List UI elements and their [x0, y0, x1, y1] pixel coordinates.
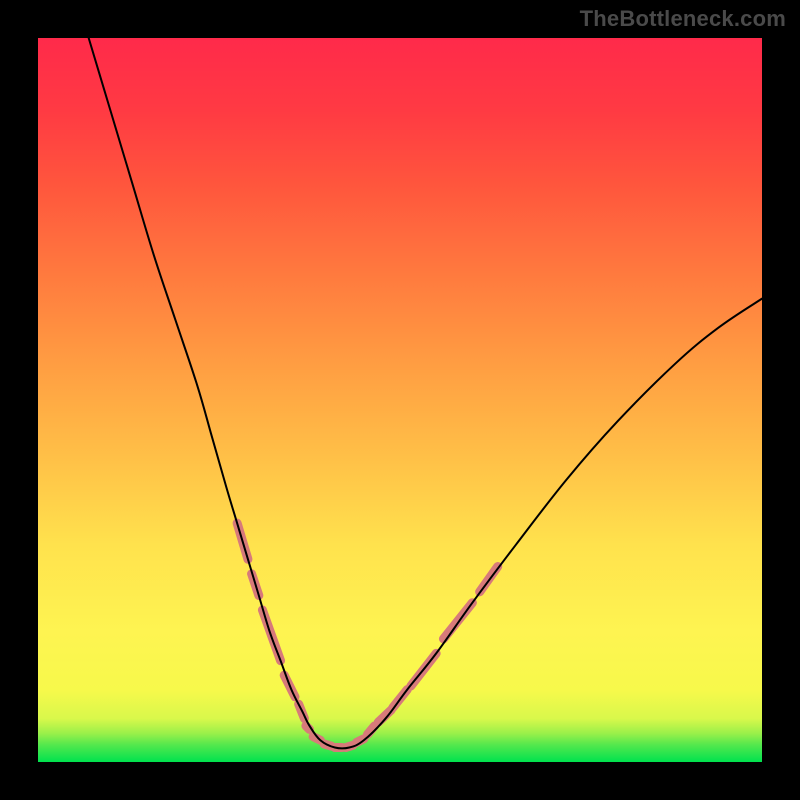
chart-svg — [38, 38, 762, 762]
bottleneck-curve — [89, 38, 762, 748]
plot-area — [38, 38, 762, 762]
highlight-layer — [237, 523, 498, 747]
chart-frame: TheBottleneck.com — [0, 0, 800, 800]
watermark-text: TheBottleneck.com — [580, 6, 786, 32]
